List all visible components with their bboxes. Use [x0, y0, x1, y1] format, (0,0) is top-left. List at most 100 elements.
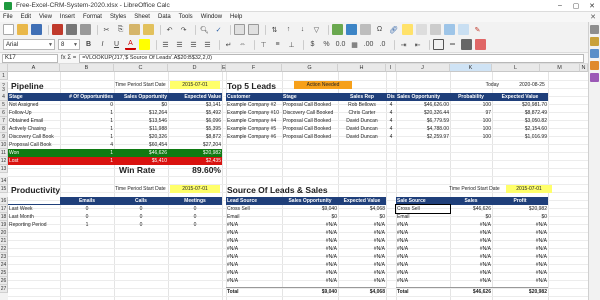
- row-header-6[interactable]: 6: [0, 109, 8, 117]
- row-header-24[interactable]: 24: [0, 261, 8, 269]
- font-color-icon[interactable]: A: [125, 39, 136, 50]
- align-right-icon[interactable]: ☰: [188, 39, 199, 50]
- menu-sheet[interactable]: Sheet: [134, 14, 150, 20]
- row-header-26[interactable]: 26: [0, 277, 8, 285]
- row-header-8[interactable]: 8: [0, 125, 8, 133]
- justify-icon[interactable]: ☰: [202, 39, 213, 50]
- name-box[interactable]: K17: [2, 53, 58, 63]
- cut-icon[interactable]: ✂: [101, 24, 112, 35]
- comment-icon[interactable]: [402, 24, 413, 35]
- align-left-icon[interactable]: ☰: [160, 39, 171, 50]
- menu-help[interactable]: Help: [230, 14, 242, 20]
- column-header-c[interactable]: C: [114, 64, 168, 72]
- row-header-15[interactable]: 15: [0, 185, 8, 193]
- row-header-5[interactable]: 5: [0, 101, 8, 109]
- align-middle-icon[interactable]: ≡: [272, 39, 283, 50]
- row-header-18[interactable]: 18: [0, 213, 8, 221]
- headers-footers-icon[interactable]: [416, 24, 427, 35]
- column-header-f[interactable]: F: [226, 64, 282, 72]
- sort-descending-icon[interactable]: ↓: [297, 24, 308, 35]
- gallery-icon[interactable]: [590, 49, 599, 58]
- close-document-icon[interactable]: ✕: [590, 13, 596, 21]
- font-size-select[interactable]: 8 ▼: [58, 39, 80, 50]
- spelling-icon[interactable]: ✓: [213, 24, 224, 35]
- menu-window[interactable]: Window: [201, 14, 222, 20]
- conditional-format-icon[interactable]: [475, 39, 486, 50]
- highlight-color-icon[interactable]: [139, 39, 150, 50]
- row-header-4[interactable]: 4: [0, 93, 8, 101]
- add-decimal-icon[interactable]: .00: [363, 39, 374, 50]
- sort-icon[interactable]: ⇅: [269, 24, 280, 35]
- row-header-1[interactable]: 1: [0, 72, 8, 80]
- column-header-d[interactable]: D: [168, 64, 222, 72]
- format-currency-icon[interactable]: $: [307, 39, 318, 50]
- column-header-l[interactable]: L: [492, 64, 540, 72]
- column-header-i[interactable]: I: [386, 64, 396, 72]
- minimize-button[interactable]: –: [552, 2, 568, 9]
- hyperlink-icon[interactable]: 🔗︎: [388, 24, 399, 35]
- functions-icon[interactable]: [590, 73, 599, 82]
- wrap-text-icon[interactable]: ↵: [223, 39, 234, 50]
- insert-chart-icon[interactable]: [346, 24, 357, 35]
- pivot-table-icon[interactable]: [360, 24, 371, 35]
- format-percent-icon[interactable]: %: [321, 39, 332, 50]
- row-header-11[interactable]: 11: [0, 149, 8, 157]
- spreadsheet-grid[interactable]: Pipeline Time Period Start Date 2015-07-…: [8, 72, 588, 300]
- menu-edit[interactable]: Edit: [21, 14, 31, 20]
- sort-ascending-icon[interactable]: ↑: [283, 24, 294, 35]
- row-header-22[interactable]: 22: [0, 245, 8, 253]
- decrease-indent-icon[interactable]: ⇤: [412, 39, 423, 50]
- row-header-17[interactable]: 17: [0, 205, 8, 213]
- menu-file[interactable]: File: [3, 14, 13, 20]
- special-character-icon[interactable]: Ω: [374, 24, 385, 35]
- border-color-icon[interactable]: [461, 39, 472, 50]
- delete-decimal-icon[interactable]: .0: [377, 39, 388, 50]
- redo-icon[interactable]: ↷: [178, 24, 189, 35]
- row-header-19[interactable]: 19: [0, 221, 8, 229]
- pipeline-period-value[interactable]: 2015-07-01: [170, 81, 220, 89]
- column-header-j[interactable]: J: [396, 64, 450, 72]
- underline-icon[interactable]: U: [111, 39, 122, 50]
- maximize-button[interactable]: ▢: [568, 2, 584, 10]
- copy-icon[interactable]: ⎘: [115, 24, 126, 35]
- italic-icon[interactable]: I: [97, 39, 108, 50]
- new-document-icon[interactable]: [3, 24, 14, 35]
- row-header-16[interactable]: 16: [0, 197, 8, 205]
- column-header-n[interactable]: N: [580, 64, 588, 72]
- row-header-9[interactable]: 9: [0, 133, 8, 141]
- column-header-g[interactable]: G: [282, 64, 338, 72]
- formula-input[interactable]: =VLOOKUP(J17,'$ Source Of Leads'.A$20:B$…: [79, 53, 584, 63]
- freeze-rows-columns-icon[interactable]: [444, 24, 455, 35]
- autofilter-icon[interactable]: ▽: [311, 24, 322, 35]
- menu-tools[interactable]: Tools: [179, 14, 193, 20]
- menu-format[interactable]: Format: [83, 14, 102, 20]
- column-header-k[interactable]: K: [450, 64, 492, 72]
- increase-indent-icon[interactable]: ⇥: [398, 39, 409, 50]
- paste-icon[interactable]: [129, 24, 140, 35]
- row-header-12[interactable]: 12: [0, 157, 8, 165]
- show-draw-functions-icon[interactable]: ✎: [472, 24, 483, 35]
- menu-styles[interactable]: Styles: [110, 14, 126, 20]
- select-all-corner[interactable]: [0, 64, 8, 72]
- row-header-25[interactable]: 25: [0, 269, 8, 277]
- define-print-area-icon[interactable]: [430, 24, 441, 35]
- source-right-cell[interactable]: Cross Sell: [395, 204, 451, 214]
- row-header-14[interactable]: 14: [0, 177, 8, 185]
- row-header-27[interactable]: 27: [0, 285, 8, 293]
- row-icon[interactable]: [234, 24, 245, 35]
- find-replace-icon[interactable]: 🔍︎: [199, 24, 210, 35]
- format-number-icon[interactable]: 0.0: [335, 39, 346, 50]
- row-header-13[interactable]: 13: [0, 165, 8, 173]
- align-top-icon[interactable]: ⊤: [258, 39, 269, 50]
- print-icon[interactable]: [66, 24, 77, 35]
- styles-icon[interactable]: [590, 37, 599, 46]
- column-header-m[interactable]: M: [540, 64, 580, 72]
- properties-icon[interactable]: [590, 25, 599, 34]
- bold-icon[interactable]: B: [83, 39, 94, 50]
- column-icon[interactable]: [248, 24, 259, 35]
- open-folder-icon[interactable]: [17, 24, 28, 35]
- menu-view[interactable]: View: [39, 14, 52, 20]
- row-header-10[interactable]: 10: [0, 141, 8, 149]
- export-pdf-icon[interactable]: [52, 24, 63, 35]
- navigator-icon[interactable]: [590, 61, 599, 70]
